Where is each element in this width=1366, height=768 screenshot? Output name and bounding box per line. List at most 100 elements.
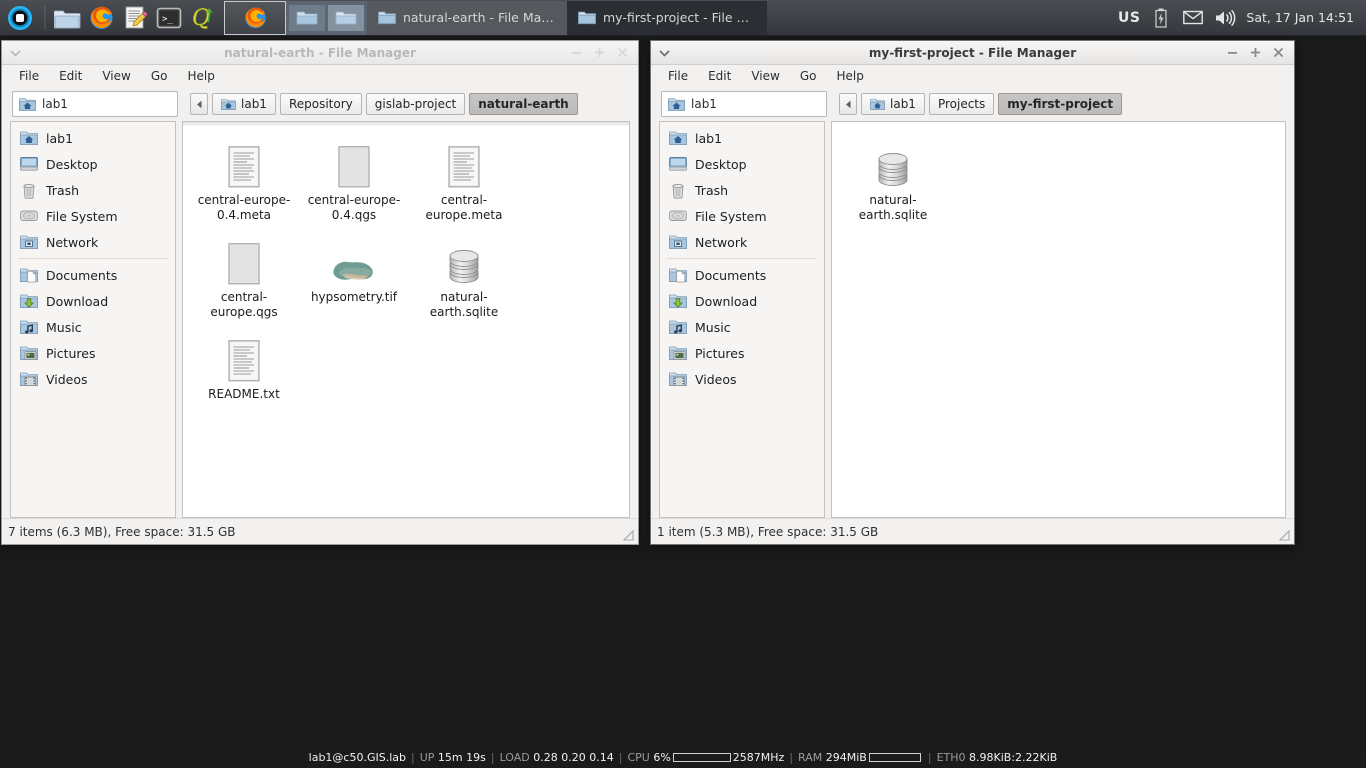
- file-item[interactable]: README.txt: [189, 326, 299, 408]
- file-item[interactable]: central-europe-0.4.qgs: [299, 132, 409, 229]
- close-icon[interactable]: [616, 46, 629, 60]
- sidebar-item-file-system[interactable]: File System: [660, 203, 824, 229]
- file-name-label: central-europe.qgs: [210, 290, 278, 319]
- load-key: LOAD: [499, 750, 530, 764]
- network-icon: [669, 234, 687, 250]
- resize-grip[interactable]: [622, 529, 634, 541]
- cpu-value: 6%: [653, 750, 671, 764]
- breadcrumb-natural-earth[interactable]: natural-earth: [469, 93, 578, 115]
- sidebar-item-documents[interactable]: Documents: [660, 262, 824, 288]
- minimize-icon[interactable]: [570, 46, 583, 60]
- separator: |: [789, 750, 794, 764]
- battery-icon[interactable]: [1150, 7, 1172, 29]
- videos-folder-icon: [20, 371, 38, 387]
- sidebar-item-trash[interactable]: Trash: [660, 177, 824, 203]
- breadcrumb-lab1[interactable]: lab1: [861, 93, 925, 115]
- text-editor-icon[interactable]: [118, 1, 152, 35]
- sidebar-item-trash[interactable]: Trash: [11, 177, 175, 203]
- file-name-label: central-europe-0.4.meta: [197, 193, 291, 222]
- sidebar-item-desktop[interactable]: Desktop: [660, 151, 824, 177]
- file-grid: natural-earth.sqlite: [832, 122, 1285, 239]
- sidebar-item-music[interactable]: Music: [11, 314, 175, 340]
- sidebar-item-label: File System: [46, 208, 118, 224]
- file-item[interactable]: central-europe.meta: [409, 132, 519, 229]
- minimize-icon[interactable]: [1226, 46, 1239, 60]
- menu-go[interactable]: Go: [142, 67, 177, 85]
- my-first-project-window-button[interactable]: my-first-project - File Mana...: [567, 0, 767, 35]
- sidebar-item-pictures[interactable]: Pictures: [660, 340, 824, 366]
- menu-edit[interactable]: Edit: [699, 67, 740, 85]
- breadcrumb-back-button[interactable]: [839, 93, 857, 115]
- sidebar-item-music[interactable]: Music: [660, 314, 824, 340]
- uptime-value: 15m 19s: [437, 750, 486, 764]
- launcher-group: >_ Q: [0, 0, 220, 36]
- sidebar-item-lab1[interactable]: lab1: [660, 125, 824, 151]
- file-item[interactable]: central-europe-0.4.meta: [189, 132, 299, 229]
- window-menu-icon[interactable]: [651, 49, 677, 57]
- menu-edit[interactable]: Edit: [50, 67, 91, 85]
- resize-grip[interactable]: [1278, 529, 1290, 541]
- breadcrumb-my-first-project[interactable]: my-first-project: [998, 93, 1123, 115]
- location-entry[interactable]: lab1: [661, 91, 827, 117]
- breadcrumb-back-button[interactable]: [190, 93, 208, 115]
- breadcrumb-gislab-project[interactable]: gislab-project: [365, 93, 466, 115]
- sidebar-item-network[interactable]: Network: [660, 229, 824, 255]
- location-entry[interactable]: lab1: [12, 91, 178, 117]
- window-thumb-2[interactable]: [328, 4, 364, 31]
- window-thumb-1[interactable]: [289, 4, 325, 31]
- file-list-pane[interactable]: natural-earth.sqlite: [831, 121, 1286, 518]
- breadcrumb: lab1 Repository gislab-project natural-e…: [190, 93, 578, 115]
- natural-earth-window-button[interactable]: natural-earth - File Manager: [367, 0, 567, 35]
- sidebar-item-documents[interactable]: Documents: [11, 262, 175, 288]
- sidebar-item-download[interactable]: Download: [11, 288, 175, 314]
- breadcrumb-repository[interactable]: Repository: [279, 93, 362, 115]
- file-manager-icon[interactable]: [50, 1, 84, 35]
- maximize-icon[interactable]: [1249, 46, 1262, 60]
- window-title: natural-earth - File Manager: [224, 45, 416, 60]
- volume-icon[interactable]: [1214, 7, 1236, 29]
- sidebar-item-pictures[interactable]: Pictures: [11, 340, 175, 366]
- menu-file[interactable]: File: [659, 67, 697, 85]
- breadcrumb-lab1[interactable]: lab1: [212, 93, 276, 115]
- sidebar-item-desktop[interactable]: Desktop: [11, 151, 175, 177]
- breadcrumb-projects[interactable]: Projects: [928, 93, 995, 115]
- menu-file[interactable]: File: [10, 67, 48, 85]
- close-icon[interactable]: [1272, 46, 1285, 60]
- places-sidebar: lab1 Desktop Trash File System Network D…: [10, 121, 176, 518]
- titlebar[interactable]: my-first-project - File Manager: [651, 41, 1294, 65]
- file-item[interactable]: natural-earth.sqlite: [838, 132, 948, 229]
- breadcrumb-label: Repository: [288, 97, 353, 111]
- sidebar-item-lab1[interactable]: lab1: [11, 125, 175, 151]
- menu-view[interactable]: View: [93, 67, 139, 85]
- app-menu-icon[interactable]: [0, 1, 40, 35]
- firefox-icon[interactable]: [84, 1, 118, 35]
- menu-help[interactable]: Help: [827, 67, 872, 85]
- separator: |: [490, 750, 495, 764]
- sidebar-item-file-system[interactable]: File System: [11, 203, 175, 229]
- file-item[interactable]: central-europe.qgs: [189, 229, 299, 326]
- window-menu-icon[interactable]: [2, 49, 28, 57]
- mail-icon[interactable]: [1182, 7, 1204, 29]
- clock[interactable]: Sat, 17 Jan 14:51: [1246, 10, 1354, 25]
- file-name-label: central-europe-0.4.qgs: [307, 193, 401, 222]
- terminal-icon[interactable]: >_: [152, 1, 186, 35]
- file-item[interactable]: hypsometry.tif: [299, 229, 409, 326]
- menu-view[interactable]: View: [742, 67, 788, 85]
- sidebar-item-label: Documents: [695, 267, 767, 283]
- download-folder-icon: [669, 293, 687, 309]
- menu-help[interactable]: Help: [178, 67, 223, 85]
- sidebar-item-videos[interactable]: Videos: [11, 366, 175, 392]
- maximize-icon[interactable]: [593, 46, 606, 60]
- keyboard-layout-indicator[interactable]: US: [1118, 10, 1140, 26]
- file-item[interactable]: natural-earth.sqlite: [409, 229, 519, 326]
- firefox-window-button[interactable]: [224, 0, 286, 35]
- qgis-icon[interactable]: Q: [186, 1, 220, 35]
- sidebar-item-videos[interactable]: Videos: [660, 366, 824, 392]
- statusbar: 1 item (5.3 MB), Free space: 31.5 GB: [651, 518, 1294, 544]
- window-thumbnail-group: [286, 0, 367, 35]
- file-list-pane[interactable]: central-europe-0.4.meta central-europe-0…: [182, 121, 630, 518]
- titlebar[interactable]: natural-earth - File Manager: [2, 41, 638, 65]
- sidebar-item-download[interactable]: Download: [660, 288, 824, 314]
- sidebar-item-network[interactable]: Network: [11, 229, 175, 255]
- menu-go[interactable]: Go: [791, 67, 826, 85]
